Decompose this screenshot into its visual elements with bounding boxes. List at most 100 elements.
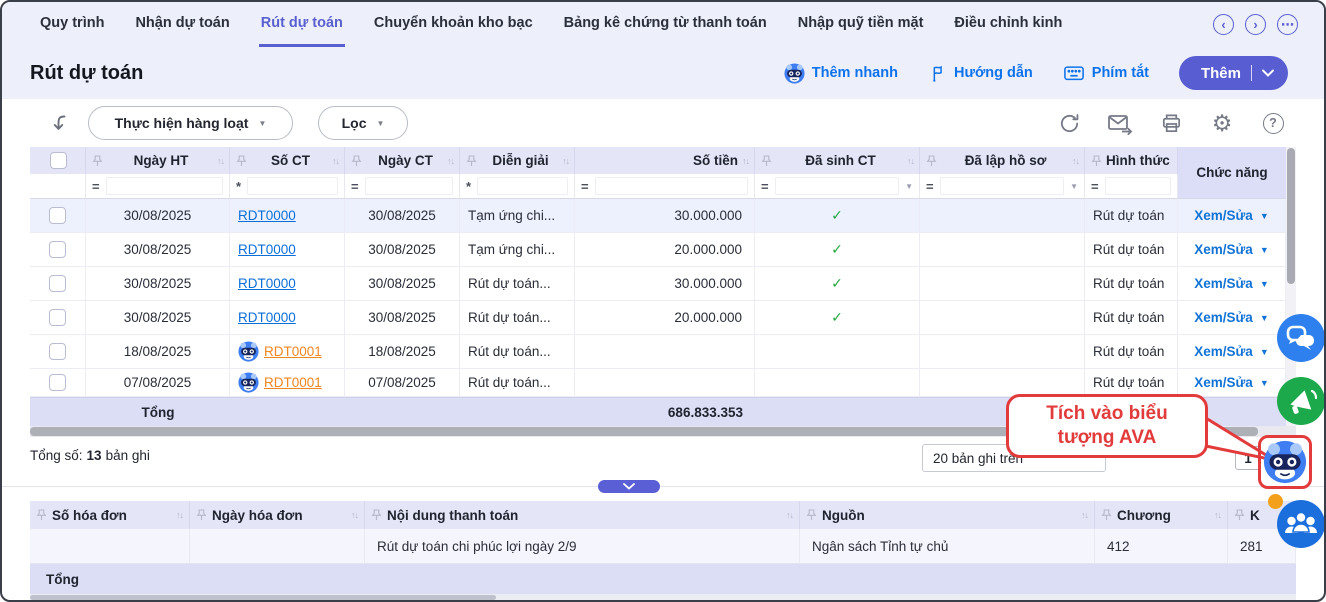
chevron-down-icon[interactable] — [1262, 69, 1274, 77]
filter-so-tien[interactable]: = — [575, 174, 755, 199]
pin-icon[interactable] — [371, 509, 382, 521]
row-checkbox[interactable] — [49, 374, 66, 391]
row-checkbox[interactable] — [49, 275, 66, 292]
tab-nhap-quy-tien-mat[interactable]: Nhập quỹ tiền mặt — [796, 2, 926, 47]
filter-hinh-thuc[interactable]: = — [1085, 174, 1178, 199]
column-header-da-lap-ho-so[interactable]: Đã lập hồ sơ ↑↓ — [920, 147, 1085, 174]
filter-ngay-ct[interactable]: = — [345, 174, 460, 199]
sort-icon[interactable]: ↑↓ — [562, 156, 569, 166]
filter-dien-giai[interactable]: * — [460, 174, 575, 199]
filter-input[interactable] — [477, 177, 568, 195]
sort-icon[interactable]: ↑↓ — [742, 156, 749, 166]
column-header-hinh-thuc[interactable]: Hình thức — [1085, 147, 1178, 174]
sort-icon[interactable]: ↑↓ — [1081, 510, 1088, 520]
chevron-down-icon[interactable]: ▼ — [1260, 313, 1269, 323]
pin-icon[interactable] — [1234, 509, 1245, 521]
column-header-da-sinh-ct[interactable]: Đã sinh CT ↑↓ — [755, 147, 920, 174]
sort-icon[interactable]: ↑↓ — [447, 156, 454, 166]
row-checkbox[interactable] — [49, 343, 66, 360]
filter-dropdown[interactable]: Lọc ▼ — [318, 106, 408, 140]
sort-descending-icon[interactable] — [48, 112, 70, 134]
tab-quy-trinh[interactable]: Quy trình — [38, 2, 106, 47]
column-header-ngay-ct[interactable]: Ngày CT ↑↓ — [345, 147, 460, 174]
pin-icon[interactable] — [761, 155, 772, 167]
chevron-down-icon[interactable]: ▼ — [1260, 245, 1269, 255]
voucher-link[interactable]: RDT0000 — [238, 208, 296, 223]
filter-input[interactable] — [247, 177, 338, 195]
sort-icon[interactable]: ↑↓ — [907, 156, 914, 166]
pin-icon[interactable] — [466, 155, 477, 167]
column-header-noi-dung-thanh-toan[interactable]: Nội dung thanh toán ↑↓ — [365, 501, 800, 529]
column-header-dien-giai[interactable]: Diễn giải ↑↓ — [460, 147, 575, 174]
help-icon[interactable]: ? — [1260, 110, 1286, 136]
tabs-more-icon[interactable]: ⋯ — [1277, 14, 1298, 35]
filter-input[interactable] — [106, 177, 223, 195]
sort-icon[interactable]: ↑↓ — [1214, 510, 1221, 520]
view-edit-button[interactable]: Xem/Sửa — [1194, 375, 1253, 390]
view-edit-button[interactable]: Xem/Sửa — [1194, 344, 1253, 359]
tab-chuyen-khoan-kho-bac[interactable]: Chuyển khoản kho bạc — [372, 2, 535, 47]
pin-icon[interactable] — [351, 155, 362, 167]
sort-icon[interactable]: ↑↓ — [1072, 156, 1079, 166]
column-header-ngay-hoa-don[interactable]: Ngày hóa đơn ↑↓ — [190, 501, 365, 529]
column-header-so-tien[interactable]: Số tiền ↑↓ — [575, 147, 755, 174]
filter-dropdown-icon[interactable]: ▼ — [1070, 182, 1078, 191]
filter-input[interactable] — [365, 177, 453, 195]
table-row[interactable]: 18/08/2025 RDT0001 18/08/2025 Rút dự toá… — [30, 335, 1286, 369]
voucher-link[interactable]: RDT0000 — [238, 242, 296, 257]
sort-icon[interactable]: ↑↓ — [332, 156, 339, 166]
filter-input[interactable] — [595, 177, 748, 195]
tab-rut-du-toan[interactable]: Rút dự toán — [259, 2, 345, 47]
view-edit-button[interactable]: Xem/Sửa — [1194, 208, 1253, 223]
sort-icon[interactable]: ↑↓ — [351, 510, 358, 520]
sort-icon[interactable]: ↑↓ — [786, 510, 793, 520]
view-edit-button[interactable]: Xem/Sửa — [1194, 310, 1253, 325]
pin-icon[interactable] — [196, 509, 207, 521]
tab-bang-ke-chung-tu[interactable]: Bảng kê chứng từ thanh toán — [562, 2, 769, 47]
table-row[interactable]: 30/08/2025 RDT0000 30/08/2025 Tạm ứng ch… — [30, 233, 1286, 267]
voucher-link-ava[interactable]: RDT0001 — [264, 375, 322, 390]
detail-panel-toggle[interactable] — [598, 480, 660, 493]
chevron-down-icon[interactable]: ▼ — [1260, 279, 1269, 289]
guide-button[interactable]: Hướng dẫn — [928, 64, 1033, 83]
pin-icon[interactable] — [92, 155, 103, 167]
view-edit-button[interactable]: Xem/Sửa — [1194, 242, 1253, 257]
pin-icon[interactable] — [926, 155, 937, 167]
community-button[interactable] — [1277, 500, 1325, 553]
filter-so-ct[interactable]: * — [230, 174, 345, 199]
filter-da-sinh-ct[interactable]: = ▼ — [755, 174, 920, 199]
column-header-chuong[interactable]: Chương ↑↓ — [1095, 501, 1228, 529]
tabs-scroll-left-icon[interactable]: ‹ — [1213, 14, 1234, 35]
sort-icon[interactable]: ↑↓ — [176, 510, 183, 520]
voucher-link-ava[interactable]: RDT0001 — [264, 344, 322, 359]
print-icon[interactable] — [1158, 110, 1184, 136]
tab-nhan-du-toan[interactable]: Nhận dự toán — [133, 2, 231, 47]
add-button[interactable]: Thêm — [1179, 56, 1288, 90]
voucher-link[interactable]: RDT0000 — [238, 276, 296, 291]
vertical-scrollbar-thumb[interactable] — [1287, 148, 1295, 284]
filter-dropdown-icon[interactable]: ▼ — [905, 182, 913, 191]
table-row[interactable]: 30/08/2025 RDT0000 30/08/2025 Tạm ứng ch… — [30, 199, 1286, 233]
tabs-scroll-right-icon[interactable]: › — [1245, 14, 1266, 35]
pin-icon[interactable] — [236, 155, 247, 167]
filter-da-lap-ho-so[interactable]: = ▼ — [920, 174, 1085, 199]
select-all-checkbox[interactable] — [50, 152, 67, 169]
filter-input[interactable] — [1105, 177, 1171, 195]
row-checkbox[interactable] — [49, 241, 66, 258]
batch-actions-dropdown[interactable]: Thực hiện hàng loạt ▼ — [88, 106, 293, 140]
column-header-nguon[interactable]: Nguồn ↑↓ — [800, 501, 1095, 529]
row-checkbox[interactable] — [49, 207, 66, 224]
email-send-icon[interactable] — [1107, 110, 1133, 136]
voucher-link[interactable]: RDT0000 — [238, 310, 296, 325]
chevron-down-icon[interactable]: ▼ — [1260, 211, 1269, 221]
announcements-button[interactable] — [1277, 377, 1325, 430]
sort-icon[interactable]: ↑↓ — [217, 156, 224, 166]
filter-ngay-ht[interactable]: = — [86, 174, 230, 199]
pin-icon[interactable] — [806, 509, 817, 521]
table-row[interactable]: 07/08/2025 RDT0001 07/08/2025 Rút dự toá… — [30, 369, 1286, 397]
column-header-ngay-ht[interactable]: Ngày HT ↑↓ — [86, 147, 230, 174]
shortcut-button[interactable]: Phím tắt — [1063, 63, 1149, 83]
column-header-so-hoa-don[interactable]: Số hóa đơn ↑↓ — [30, 501, 190, 529]
detail-horizontal-scrollbar-thumb[interactable] — [30, 595, 496, 600]
filter-input[interactable] — [940, 177, 1064, 195]
